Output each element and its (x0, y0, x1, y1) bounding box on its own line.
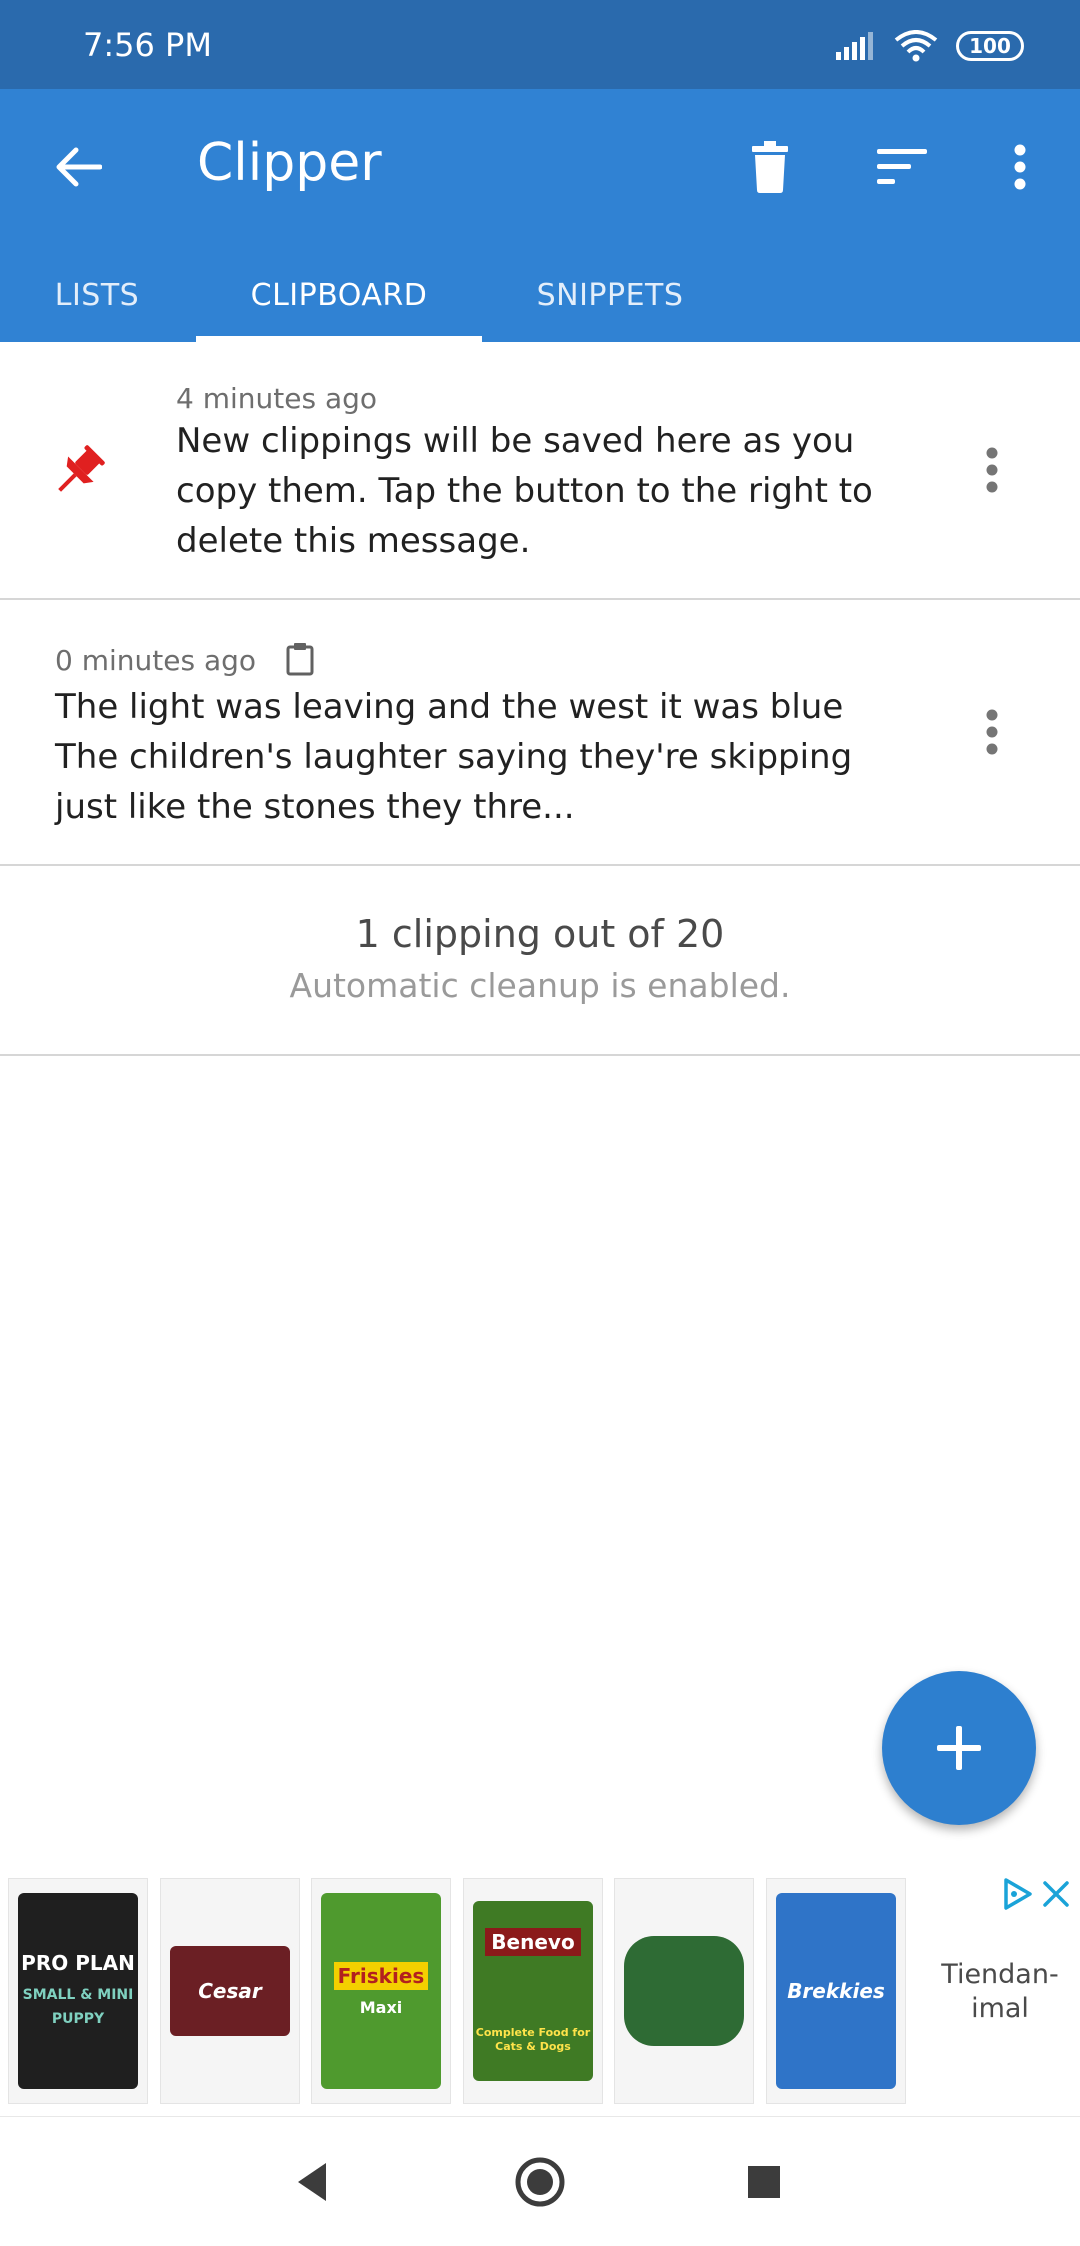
clipping-time: 0 minutes ago (55, 644, 257, 677)
pin-icon (58, 445, 105, 492)
plus-icon (937, 1726, 981, 1770)
delete-all-button[interactable] (742, 137, 798, 197)
ad-product-sub: Complete Food for Cats & Dogs (475, 2026, 591, 2053)
ad-product-tile[interactable]: Friskies Maxi (311, 1878, 451, 2104)
ad-product-tile[interactable]: Benevo Complete Food for Cats & Dogs (463, 1878, 603, 2104)
navigation-bar (0, 2116, 1080, 2246)
home-circle-icon (515, 2157, 565, 2207)
more-vert-icon (1014, 144, 1026, 190)
signal-icon (836, 32, 873, 60)
clipping-menu-button[interactable] (972, 440, 1012, 500)
ad-brand-line: imal (971, 1993, 1029, 2024)
arrow-back-icon (56, 147, 102, 187)
ad-product-tile[interactable]: PRO PLAN SMALL & MINI PUPPY (8, 1878, 148, 2104)
recents-square-icon (748, 2166, 780, 2198)
more-vert-icon (986, 709, 998, 755)
ad-brand-name[interactable]: Tiendan- imal (930, 1958, 1070, 2026)
clipping-text-line: The children's laughter saying they're s… (55, 737, 853, 777)
clipping-text-line: copy them. Tap the button to the right t… (176, 471, 873, 511)
battery-indicator: 100 (956, 31, 1024, 61)
tab-clipboard[interactable]: CLIPBOARD (196, 249, 482, 342)
more-vert-icon (986, 447, 998, 493)
wifi-icon (894, 30, 938, 62)
cleanup-status: Automatic cleanup is enabled. (289, 966, 791, 1005)
nav-recents-button[interactable] (734, 2152, 794, 2212)
ad-product-name: Friskies (333, 1962, 429, 1990)
ad-product-sub: Maxi (359, 1998, 403, 2017)
trash-icon (752, 141, 788, 193)
ad-product-name: Brekkies (787, 1979, 885, 2003)
app-bar: Clipper LISTS CLIPBOARD SNIPPETS (0, 89, 1080, 342)
overflow-menu-button[interactable] (1000, 137, 1040, 197)
status-bar: 7:56 PM 100 (0, 0, 1080, 89)
ad-banner[interactable]: PRO PLAN SMALL & MINI PUPPY Cesar Friski… (0, 1866, 1080, 2114)
ad-product-name: Cesar (198, 1979, 262, 2003)
ad-choices-icon[interactable] (1000, 1876, 1036, 1912)
divider (0, 1054, 1080, 1056)
ad-product-image: Cesar (170, 1946, 290, 2036)
clipping-count: 1 clipping out of 20 (355, 912, 725, 956)
clipping-text-line: The light was leaving and the west it wa… (55, 687, 844, 727)
clipping-item[interactable]: 0 minutes ago The light was leaving and … (0, 600, 1080, 866)
nav-home-button[interactable] (510, 2152, 570, 2212)
sort-button[interactable] (872, 141, 932, 193)
clipboard-icon (286, 643, 314, 676)
ad-product-image: Friskies Maxi (321, 1893, 441, 2089)
tab-lists[interactable]: LISTS (30, 249, 164, 342)
back-triangle-icon (298, 2163, 326, 2201)
tab-bar: LISTS CLIPBOARD SNIPPETS (0, 249, 1080, 342)
clipping-text-line: delete this message. (176, 521, 531, 561)
ad-product-image: PRO PLAN SMALL & MINI PUPPY (18, 1893, 138, 2089)
ad-product-name: PRO PLAN (21, 1951, 135, 1975)
ad-product-tile[interactable] (614, 1878, 754, 2104)
tab-snippets[interactable]: SNIPPETS (510, 249, 710, 342)
close-icon[interactable] (1040, 1878, 1072, 1910)
ad-product-image: Brekkies (776, 1893, 896, 2089)
clipping-text-line: New clippings will be saved here as you (176, 421, 855, 461)
clipping-text: New clippings will be saved here as you … (176, 416, 873, 566)
ad-product-tile[interactable]: Cesar (160, 1878, 300, 2104)
add-clipping-button[interactable] (882, 1671, 1036, 1825)
clipping-time: 4 minutes ago (176, 382, 378, 415)
nav-back-button[interactable] (282, 2152, 342, 2212)
status-time: 7:56 PM (83, 26, 212, 64)
ad-product-image (624, 1936, 744, 2046)
clipping-text-line: just like the stones they thre... (55, 787, 575, 827)
ad-product-image: Benevo Complete Food for Cats & Dogs (473, 1901, 593, 2081)
clipping-text: The light was leaving and the west it wa… (55, 682, 852, 832)
ad-brand-line: Tiendan- (941, 1959, 1059, 1990)
clipping-item[interactable]: 4 minutes ago New clippings will be save… (0, 342, 1080, 600)
ad-product-name: Benevo (485, 1928, 581, 1956)
clipping-menu-button[interactable] (972, 702, 1012, 762)
ad-product-tile[interactable]: Brekkies (766, 1878, 906, 2104)
back-button[interactable] (50, 139, 106, 195)
app-title: Clipper (197, 133, 382, 193)
ad-product-sub: SMALL & MINI PUPPY (22, 1987, 134, 2027)
sort-icon (877, 149, 927, 184)
status-icons: 100 (836, 26, 1024, 66)
